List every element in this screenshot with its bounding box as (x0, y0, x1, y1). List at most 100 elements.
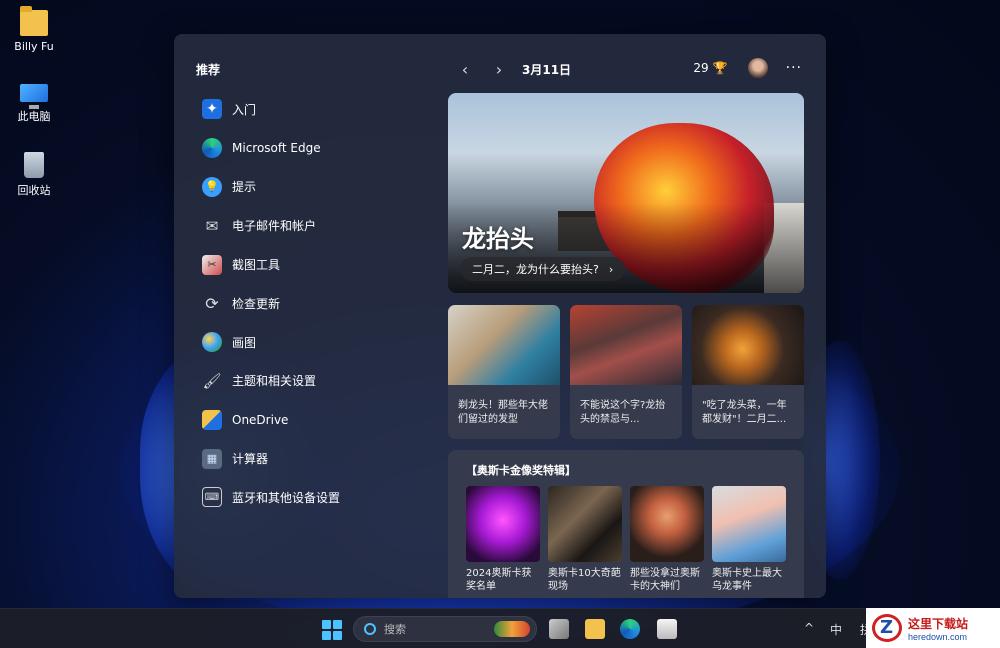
recommended-item-theme[interactable]: 🖌 主题和相关设置 (202, 362, 432, 401)
mail-icon: ✉ (205, 216, 219, 235)
recommended-item-label: 入门 (232, 102, 257, 117)
recommended-item-update[interactable]: ⟳ 检查更新 (202, 284, 432, 323)
desktop-icon-label: 回收站 (17, 184, 51, 197)
recommended-item-label: 提示 (232, 180, 257, 195)
calculator-icon: ▦ (202, 448, 222, 469)
more-options-icon[interactable]: ··· (786, 60, 802, 76)
hero-subtitle: 二月二，龙为什么要抬头? (472, 263, 599, 276)
edge-icon[interactable] (620, 619, 640, 639)
oscar-item-text: 奥斯卡10大奇葩现场 (548, 568, 621, 592)
recommended-item-label: 蓝牙和其他设备设置 (232, 490, 341, 505)
search-box[interactable]: 搜索 (353, 616, 537, 642)
onedrive-icon (202, 409, 222, 430)
news-headline: 剃龙头！那些年大佬们留过的发型 (458, 400, 548, 425)
edge-icon (202, 138, 222, 159)
recommended-item-mail[interactable]: ✉ 电子邮件和帐户 (202, 206, 432, 245)
watermark-url: heredown.com (908, 631, 968, 642)
chevron-right-icon: › (608, 262, 614, 276)
news-thumbnail (448, 305, 560, 385)
paint-icon (202, 332, 222, 353)
oscar-item-text: 那些没拿过奥斯卡的大神们 (630, 568, 700, 592)
news-headline: 不能说这个字?龙抬头的禁忌与... (580, 400, 666, 425)
search-icon (364, 623, 376, 635)
avatar[interactable] (747, 58, 768, 78)
hero-subtitle-link[interactable]: 二月二，龙为什么要抬头? › (460, 257, 626, 281)
recommended-list: ✦ 入门 Microsoft Edge 💡 提示 ✉ 电子邮件和帐户 ✂ 截图工… (202, 90, 432, 517)
desktop-icon-label: Billy Fu (14, 40, 54, 53)
recommended-item-edge[interactable]: Microsoft Edge (202, 129, 432, 168)
bluetooth-devices-icon: ⌨ (202, 487, 222, 508)
recommended-item-label: 计算器 (232, 452, 269, 467)
desktop-icon-recycle-bin[interactable]: 回收站 (6, 152, 62, 198)
oscar-item-text: 2024奥斯卡获奖名单 (466, 568, 532, 592)
watermark: 这里下载站 heredown.com (866, 608, 1000, 648)
news-card[interactable]: 剃龙头！那些年大佬们留过的发型 (448, 305, 560, 439)
oscar-thumbnail (630, 486, 704, 562)
rewards-count: 29 (693, 61, 709, 75)
desktop-icon-label: 此电脑 (17, 110, 51, 123)
snipping-tool-icon: ✂ (202, 254, 222, 275)
recommended-item-get-started[interactable]: ✦ 入门 (202, 90, 432, 129)
oscar-feature-card: 【奥斯卡金像奖特辑】 2024奥斯卡获奖名单 奥斯卡10大奇葩现场 那些没拿过奥… (448, 450, 804, 598)
news-card[interactable]: "吃了龙头菜，一年都发财"！二月二... (692, 305, 804, 439)
recommended-item-onedrive[interactable]: OneDrive (202, 400, 432, 439)
oscar-title: 【奥斯卡金像奖特辑】 (466, 464, 576, 477)
recommended-title: 推荐 (196, 63, 221, 77)
oscar-items: 2024奥斯卡获奖名单 奥斯卡10大奇葩现场 那些没拿过奥斯卡的大神们 奥斯卡史… (466, 486, 786, 593)
tray-chevron-icon[interactable]: ^ (804, 621, 814, 635)
get-started-icon: ✦ (202, 99, 222, 120)
news-headline: "吃了龙头菜，一年都发财"！二月二... (702, 400, 787, 425)
oscar-thumbnail (466, 486, 540, 562)
recommended-item-calculator[interactable]: ▦ 计算器 (202, 439, 432, 478)
news-thumbnail (570, 305, 682, 385)
feed-top-right: 29 🏆 ··· (693, 58, 802, 78)
oscar-item[interactable]: 那些没拿过奥斯卡的大神们 (630, 486, 704, 593)
recommended-item-label: OneDrive (232, 412, 289, 427)
windows-logo-icon (322, 620, 331, 629)
chevron-left-icon[interactable]: ‹ (454, 58, 476, 80)
recommended-item-snipping-tool[interactable]: ✂ 截图工具 (202, 245, 432, 284)
microsoft-store-icon[interactable] (657, 619, 677, 639)
recommended-item-label: 电子邮件和帐户 (232, 219, 317, 234)
recommended-item-label: Microsoft Edge (232, 141, 321, 156)
news-card[interactable]: 不能说这个字?龙抬头的禁忌与... (570, 305, 682, 439)
recommended-item-label: 画图 (232, 335, 257, 350)
this-pc-icon (20, 84, 48, 109)
hero-card[interactable]: 龙抬头 二月二，龙为什么要抬头? › (448, 93, 804, 293)
recommended-item-tips[interactable]: 💡 提示 (202, 168, 432, 207)
feed-date: 3月11日 (522, 62, 572, 77)
feed-navigation: ‹ › 3月11日 (454, 58, 571, 80)
oscar-item[interactable]: 2024奥斯卡获奖名单 (466, 486, 540, 593)
recommended-item-paint[interactable]: 画图 (202, 323, 432, 362)
recommended-item-label: 主题和相关设置 (232, 374, 317, 389)
start-button[interactable] (322, 620, 342, 640)
rewards-counter[interactable]: 29 🏆 (693, 61, 747, 75)
rewards-icon: 🏆 (712, 61, 728, 75)
desktop-icon-billy-fu[interactable]: Billy Fu (6, 6, 62, 53)
oscar-thumbnail (712, 486, 786, 562)
news-cards: 剃龙头！那些年大佬们留过的发型 不能说这个字?龙抬头的禁忌与... "吃了龙头菜… (448, 305, 804, 439)
chevron-right-icon[interactable]: › (488, 58, 510, 80)
ime-indicator[interactable]: 中 (830, 621, 842, 638)
desktop-icon-this-pc[interactable]: 此电脑 (6, 80, 62, 124)
watermark-title: 这里下载站 (908, 616, 969, 631)
theme-brush-icon: 🖌 (202, 371, 222, 390)
task-view-icon[interactable] (549, 619, 569, 639)
widgets-panel: 推荐 ✦ 入门 Microsoft Edge 💡 提示 ✉ 电子邮件和帐户 ✂ … (174, 34, 826, 598)
tips-icon: 💡 (202, 176, 222, 197)
recycle-bin-icon (24, 152, 44, 178)
recommended-item-bluetooth[interactable]: ⌨ 蓝牙和其他设备设置 (202, 478, 432, 517)
update-icon: ⟳ (205, 293, 219, 313)
oscar-item-text: 奥斯卡史上最大乌龙事件 (712, 568, 782, 592)
folder-icon (20, 6, 48, 36)
taskbar: 搜索 ^ 中 拼 (0, 608, 1000, 648)
oscar-thumbnail (548, 486, 622, 562)
search-placeholder: 搜索 (384, 623, 406, 636)
recommended-item-label: 检查更新 (232, 296, 281, 311)
news-thumbnail (692, 305, 804, 385)
oscar-item[interactable]: 奥斯卡10大奇葩现场 (548, 486, 622, 593)
file-explorer-icon[interactable] (585, 619, 605, 639)
hero-title: 龙抬头 (462, 225, 534, 253)
oscar-item[interactable]: 奥斯卡史上最大乌龙事件 (712, 486, 786, 593)
site-logo-icon (872, 614, 902, 642)
